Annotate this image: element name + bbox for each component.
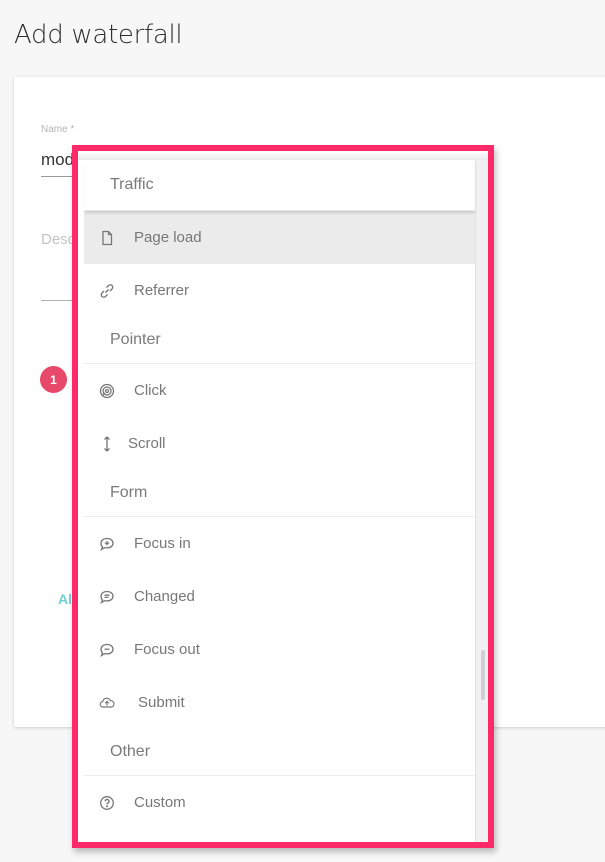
comment-lines-icon [98,588,116,606]
dropdown-scrollbar[interactable] [475,160,488,842]
file-icon [98,229,116,247]
cloud-upload-icon [98,694,116,712]
comment-minus-icon [98,641,116,659]
menu-item-scroll[interactable]: Scroll [84,417,476,470]
vertical-arrows-icon [98,435,116,453]
menu-item-referrer[interactable]: Referrer [84,264,476,317]
menu-item-focus-out[interactable]: Focus out [84,623,476,676]
page-title: Add waterfall [14,20,183,50]
comment-plus-icon [98,535,116,553]
event-type-dropdown[interactable]: Traffic Page load Referrer Pointer Click [84,160,476,842]
menu-item-label: Focus in [134,535,191,552]
link-icon [98,282,116,300]
step-number-badge: 1 [40,366,67,393]
name-field-label: Name * [41,124,75,135]
menu-item-label: Submit [138,694,185,711]
menu-item-label: Page load [134,229,202,246]
group-header-form: Form [84,470,476,517]
menu-item-label: Referrer [134,282,190,299]
menu-item-changed[interactable]: Changed [84,570,476,623]
group-header-other: Other [84,729,476,776]
add-step-link[interactable]: Al [58,591,72,607]
menu-item-label: Changed [134,588,195,605]
menu-item-label: Focus out [134,641,200,658]
menu-item-page-load[interactable]: Page load [84,211,476,264]
menu-item-label: Scroll [128,435,166,452]
fingerprint-icon [98,382,116,400]
menu-item-focus-in[interactable]: Focus in [84,517,476,570]
event-type-dropdown-highlight: Traffic Page load Referrer Pointer Click [72,145,494,848]
name-input[interactable]: mod [41,150,74,170]
question-circle-icon [98,794,116,812]
dropdown-top-edge [78,151,488,160]
dropdown-scrollbar-thumb[interactable] [481,650,485,700]
group-header-pointer: Pointer [84,317,476,364]
menu-item-custom[interactable]: Custom [84,776,476,829]
group-header-traffic: Traffic [84,160,476,211]
menu-item-label: Click [134,382,167,399]
description-input[interactable]: Desc [41,231,75,248]
menu-item-label: Custom [134,794,186,811]
menu-item-submit[interactable]: Submit [84,676,476,729]
menu-item-click[interactable]: Click [84,364,476,417]
